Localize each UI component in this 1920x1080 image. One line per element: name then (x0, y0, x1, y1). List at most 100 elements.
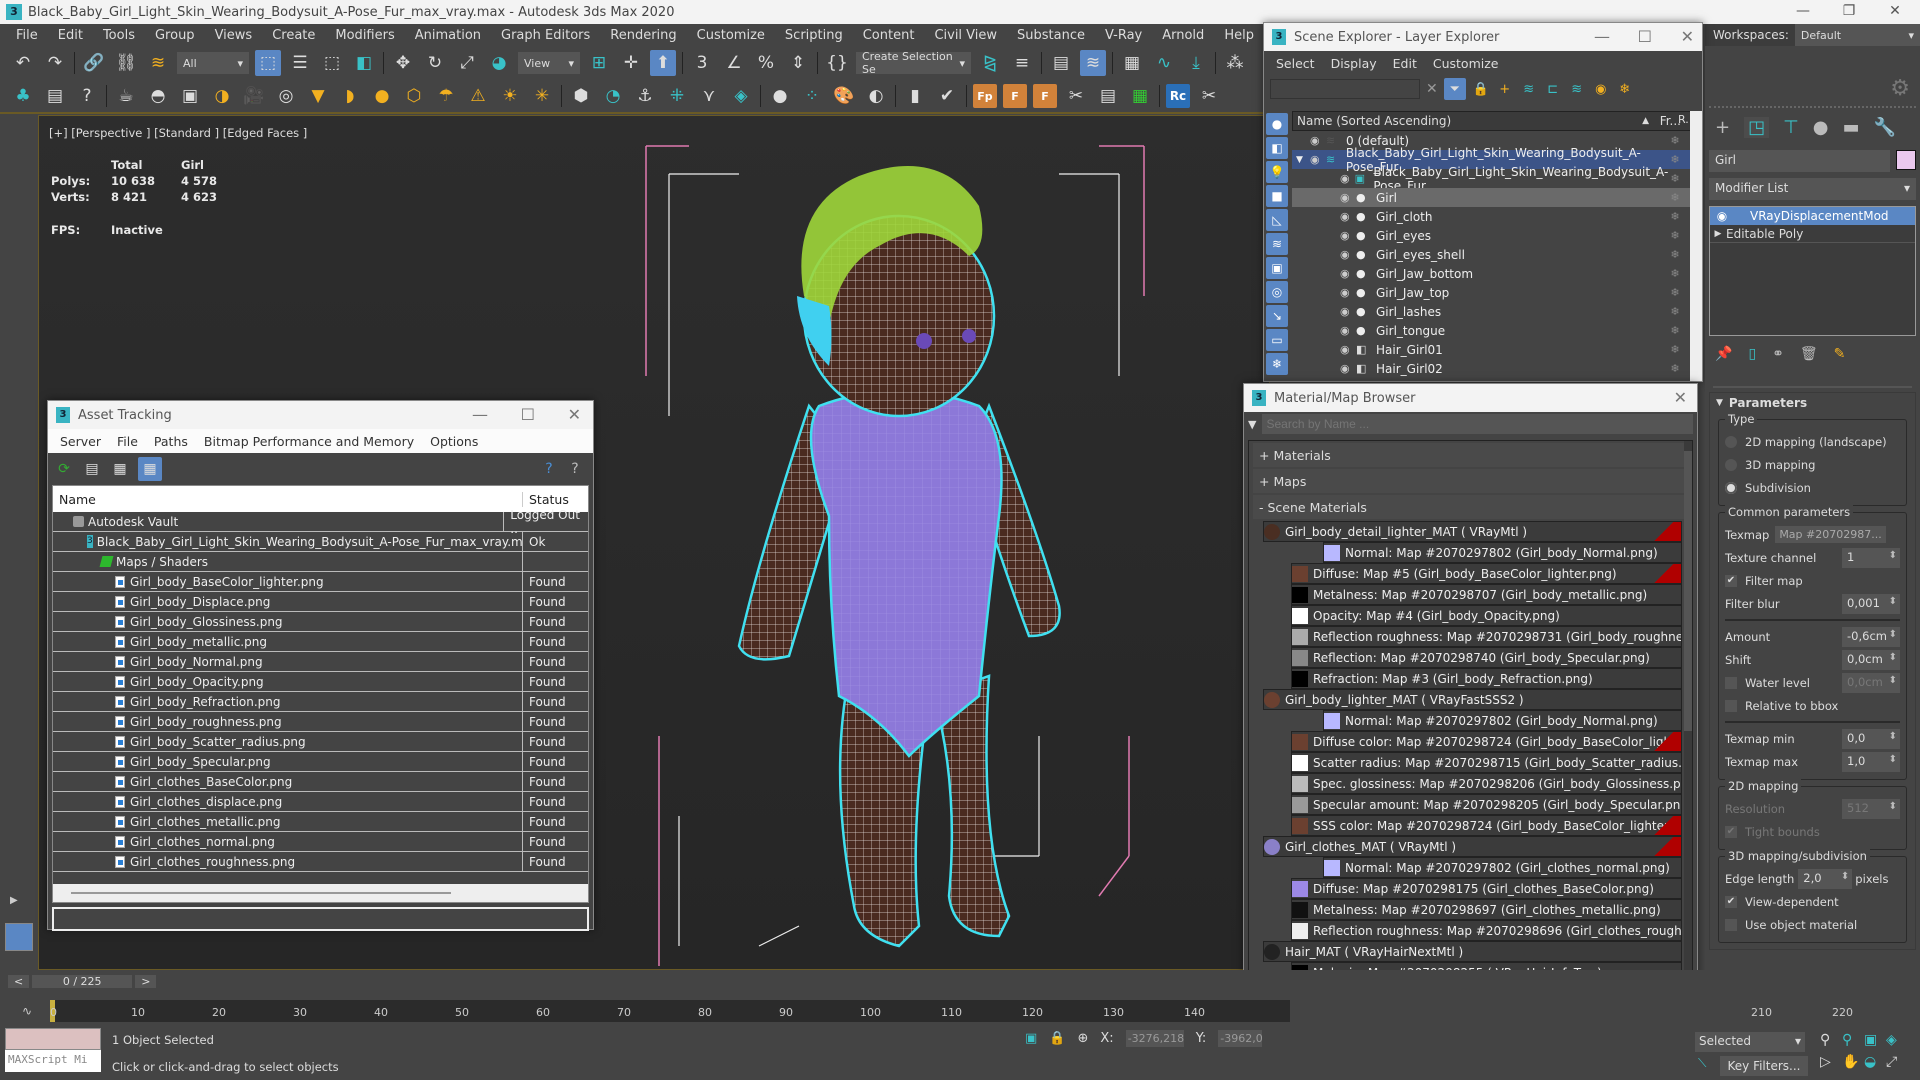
map-item[interactable]: Refraction: Map #3 (Girl_body_Refraction… (1291, 668, 1682, 689)
asset-row[interactable]: Girl_body_Displace.png Found (53, 592, 588, 612)
asset-row[interactable]: Girl_clothes_BaseColor.png Found (53, 772, 588, 792)
ambient-light-icon[interactable]: ⚠ (465, 83, 491, 109)
asset-tracking-titlebar[interactable]: 3 Asset Tracking — ☐ ✕ (48, 401, 593, 429)
asset-menu-file[interactable]: File (109, 434, 146, 449)
freeze-toggle-icon[interactable]: ❄ (1658, 324, 1692, 337)
scene-row[interactable]: ◉ ◧ Hair_Girl02 ❄ (1292, 359, 1692, 378)
hierarchy-icon[interactable]: ⊏ (1544, 76, 1562, 102)
display-shapes-icon[interactable]: ◧ (1266, 137, 1288, 159)
resolution-spinner[interactable]: 512 (1842, 798, 1900, 819)
menu-arnold[interactable]: Arnold (1152, 28, 1214, 43)
map-item[interactable]: Normal: Map #2070297802 (Girl_body_Norma… (1323, 710, 1682, 731)
scale-icon[interactable]: ⤢ (454, 50, 480, 76)
display-cameras-icon[interactable]: ■ (1266, 185, 1288, 207)
menu-content[interactable]: Content (853, 28, 925, 43)
palette-icon[interactable]: 🎨 (831, 83, 857, 109)
display-containers-icon[interactable]: ▭ (1266, 329, 1288, 351)
scene-row[interactable]: ◉ ● Girl_lashes ❄ (1292, 302, 1692, 321)
eye-icon[interactable]: ◉ (1340, 343, 1356, 356)
scene-row[interactable]: ◉ ● Girl_cloth ❄ (1292, 207, 1692, 226)
help-disabled-icon[interactable]: ? (565, 459, 585, 479)
menu-edit[interactable]: Edit (48, 28, 93, 43)
map-item[interactable]: Metalness: Map #2070298707 (Girl_body_me… (1291, 584, 1682, 605)
display-spacewarps-icon[interactable]: ≋ (1266, 233, 1288, 255)
texmap-min-spinner[interactable]: 0,0 (1842, 728, 1900, 749)
menu-graph-editors[interactable]: Graph Editors (491, 28, 600, 43)
absolute-mode-icon[interactable]: ⊕ (1077, 1031, 1088, 1046)
instancer-icon[interactable]: ⁜ (664, 83, 690, 109)
select-by-name-icon[interactable]: ☰ (287, 50, 313, 76)
vray-logo-icon[interactable]: ✔ (934, 83, 960, 109)
sky-icon[interactable]: ✳ (529, 83, 555, 109)
asset-menu-server[interactable]: Server (52, 434, 109, 449)
filter-icon[interactable]: ⏷ (1443, 78, 1466, 100)
toggle-layer-explorer-icon[interactable]: ≋ (1080, 50, 1106, 76)
lock-icon[interactable]: 🔒 (1472, 76, 1490, 102)
scrollbar-thumb[interactable] (1684, 451, 1692, 731)
asset-row[interactable]: Girl_body_Normal.png Found (53, 652, 588, 672)
horizontal-scrollbar[interactable] (53, 884, 588, 902)
mirror-icon[interactable]: ⧎ (977, 50, 1003, 76)
dope-sheet-icon[interactable]: ⤓ (1183, 50, 1209, 76)
tight-bounds-checkbox[interactable]: ✔ Tight bounds (1725, 820, 1900, 843)
eye-icon[interactable]: ◉ (1340, 191, 1356, 204)
asset-row[interactable]: Autodesk Vault Logged Out .. (53, 508, 588, 536)
radio-2d-mapping[interactable]: 2D mapping (landscape) (1725, 430, 1900, 453)
ribbon-icon[interactable]: ▦ (1119, 50, 1145, 76)
add-to-layer-icon[interactable]: ≋ (1520, 76, 1538, 102)
menu-civil-view[interactable]: Civil View (924, 28, 1007, 43)
freeze-toggle-icon[interactable]: ❄ (1658, 267, 1692, 280)
maximize-button[interactable]: ☐ (521, 405, 535, 424)
configure-sets-icon[interactable]: ✎ (1834, 346, 1846, 362)
scene-row[interactable]: ◉ ● Girl_eyes ❄ (1292, 226, 1692, 245)
freeze-toggle-icon[interactable]: ❄ (1658, 305, 1692, 318)
list-icon[interactable]: ▤ (42, 83, 68, 109)
dome-light-icon[interactable]: ◗ (337, 83, 363, 109)
shift-spinner[interactable]: 0,0cm (1842, 649, 1900, 670)
field-of-view-icon[interactable]: ▷ (1820, 1054, 1842, 1070)
asset-path-field[interactable] (52, 907, 589, 931)
map-item[interactable]: Normal: Map #2070297802 (Girl_body_Norma… (1323, 542, 1682, 563)
forest-icon[interactable]: ♣ (10, 83, 36, 109)
scene-menu-display[interactable]: Display (1323, 56, 1385, 71)
display-helpers-icon[interactable]: ◺ (1266, 209, 1288, 231)
display-tab-icon[interactable]: ▬ (1843, 117, 1860, 138)
tools2-icon[interactable]: ✂ (1196, 83, 1222, 109)
snaps-toggle-icon[interactable]: 3 (689, 50, 715, 76)
column-status[interactable]: Status (523, 492, 569, 507)
maxscript-listener-output[interactable] (5, 1028, 101, 1050)
render-setup-icon[interactable]: ◓ (145, 83, 171, 109)
material-item[interactable]: Girl_clothes_MAT ( VRayMtl ) (1263, 836, 1682, 857)
display-frozen-icon[interactable]: ❄ (1266, 353, 1288, 375)
y-coordinate-field[interactable]: -3962,02 (1218, 1030, 1263, 1047)
pan-icon[interactable]: ✋ (1842, 1054, 1864, 1070)
table-view-icon[interactable]: ▦ (138, 457, 162, 481)
hide-icon[interactable]: ◉ (1592, 76, 1610, 102)
menu-v-ray[interactable]: V-Ray (1095, 28, 1152, 43)
hierarchy-tab-icon[interactable]: ⊤ (1783, 117, 1799, 138)
render-frame-icon[interactable]: ▣ (177, 83, 203, 109)
mesh-light-icon[interactable]: ⬡ (401, 83, 427, 109)
baby-girl-model[interactable] (679, 136, 1099, 966)
expand-arrow-icon[interactable]: ▶ (10, 895, 18, 906)
scrollbar-thumb[interactable] (71, 892, 451, 894)
scene-row[interactable]: ◉ ● Girl_Jaw_bottom ❄ (1292, 264, 1692, 283)
asset-row[interactable]: Girl_body_Specular.png Found (53, 752, 588, 772)
sphere-light-icon[interactable]: ● (369, 83, 395, 109)
layers-icon[interactable]: ≋ (1568, 76, 1586, 102)
edit-named-selection-icon[interactable]: {} (824, 50, 850, 76)
maxscript-input[interactable]: MAXScript Mi (5, 1050, 101, 1072)
menu-rendering[interactable]: Rendering (600, 28, 686, 43)
freeze-toggle-icon[interactable]: ❄ (1658, 362, 1692, 375)
menu-create[interactable]: Create (262, 28, 325, 43)
asset-row[interactable]: Girl_clothes_roughness.png Found (53, 852, 588, 872)
scene-row[interactable]: ◉ ● Girl_Jaw_top ❄ (1292, 283, 1692, 302)
minimize-button[interactable]: — (1780, 0, 1826, 24)
fp-icon[interactable]: Fp (973, 84, 997, 108)
eye-icon[interactable]: ◉ (1340, 362, 1356, 375)
search-options-icon[interactable]: ▼ (1248, 418, 1256, 431)
keyboard-shortcut-override-icon[interactable]: ⬆ (650, 50, 676, 76)
zoom-extents-all-icon[interactable]: ◈ (1886, 1032, 1908, 1048)
freeze-toggle-icon[interactable]: ❄ (1658, 210, 1692, 223)
unlink-icon[interactable]: ⛓ (113, 50, 139, 76)
